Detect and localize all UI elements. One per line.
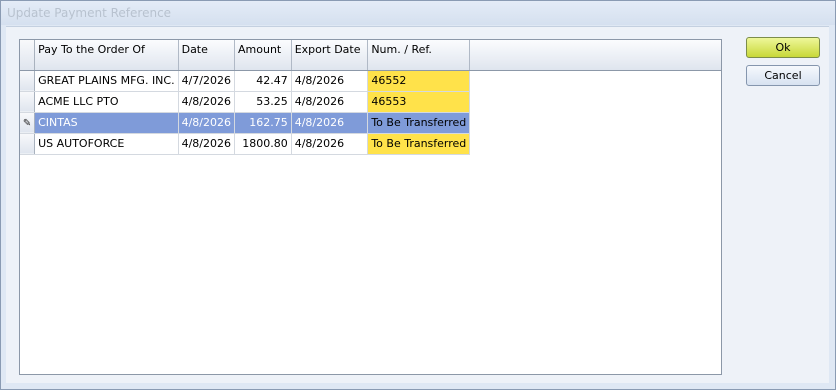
cell-date[interactable]: 4/8/2026: [178, 133, 236, 155]
cell-export-date[interactable]: 4/8/2026: [291, 112, 369, 134]
update-payment-reference-dialog: Update Payment Reference Pay To the Orde…: [0, 0, 836, 390]
cell-payee[interactable]: US AUTOFORCE: [34, 133, 179, 155]
cell-num-ref[interactable]: 46553: [367, 91, 471, 113]
header-filler: [469, 40, 721, 71]
cell-export-date[interactable]: 4/8/2026: [291, 133, 369, 155]
table-row-selected[interactable]: ✎ CINTAS 4/8/2026 162.75 4/8/2026 To Be …: [20, 112, 721, 134]
column-header-payee[interactable]: Pay To the Order Of: [34, 40, 179, 71]
cell-date[interactable]: 4/7/2026: [178, 70, 236, 92]
cell-amount[interactable]: 42.47: [234, 70, 292, 92]
column-header-num-ref[interactable]: Num. / Ref.: [367, 40, 471, 71]
table-row[interactable]: GREAT PLAINS MFG. INC. 4/7/2026 42.47 4/…: [20, 70, 721, 92]
cell-amount[interactable]: 1800.80: [234, 133, 292, 155]
ok-button[interactable]: Ok: [746, 37, 820, 58]
column-header-date[interactable]: Date: [178, 40, 236, 71]
column-header-amount[interactable]: Amount: [234, 40, 292, 71]
cell-amount[interactable]: 53.25: [234, 91, 292, 113]
row-indicator[interactable]: [20, 70, 36, 92]
cell-num-ref[interactable]: 46552: [367, 70, 471, 92]
row-indicator[interactable]: [20, 133, 36, 155]
row-indicator-header: [20, 40, 36, 71]
cell-date[interactable]: 4/8/2026: [178, 91, 236, 113]
cell-payee[interactable]: ACME LLC PTO: [34, 91, 179, 113]
payment-table: Pay To the Order Of Date Amount Export D…: [20, 40, 721, 155]
header-row: Pay To the Order Of Date Amount Export D…: [20, 40, 721, 71]
cell-export-date[interactable]: 4/8/2026: [291, 70, 369, 92]
cell-date[interactable]: 4/8/2026: [178, 112, 236, 134]
table-row[interactable]: ACME LLC PTO 4/8/2026 53.25 4/8/2026 465…: [20, 91, 721, 113]
pencil-icon: ✎: [22, 118, 32, 129]
cell-export-date[interactable]: 4/8/2026: [291, 91, 369, 113]
cell-payee[interactable]: CINTAS: [34, 112, 179, 134]
payment-grid[interactable]: Pay To the Order Of Date Amount Export D…: [19, 39, 722, 375]
cell-num-ref[interactable]: To Be Transferred: [367, 112, 471, 134]
window-title: Update Payment Reference: [7, 6, 172, 20]
table-row[interactable]: US AUTOFORCE 4/8/2026 1800.80 4/8/2026 T…: [20, 133, 721, 155]
cell-num-ref[interactable]: To Be Transferred: [367, 133, 471, 155]
column-header-export-date[interactable]: Export Date: [291, 40, 369, 71]
row-indicator[interactable]: [20, 91, 36, 113]
dialog-body: Pay To the Order Of Date Amount Export D…: [6, 26, 829, 383]
row-indicator[interactable]: ✎: [20, 112, 36, 134]
cell-payee[interactable]: GREAT PLAINS MFG. INC.: [34, 70, 179, 92]
cell-amount[interactable]: 162.75: [234, 112, 292, 134]
cancel-button[interactable]: Cancel: [746, 65, 820, 86]
title-bar[interactable]: Update Payment Reference: [1, 1, 835, 25]
